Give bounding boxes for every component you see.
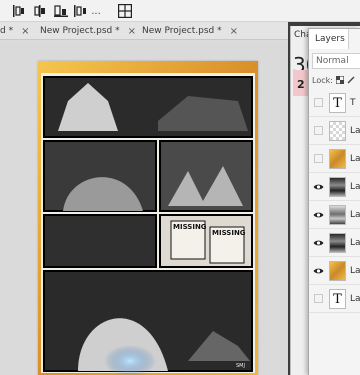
eye-icon[interactable]: [312, 209, 324, 221]
layer-name: La: [350, 293, 360, 304]
tab-document-2[interactable]: New Project.psd * ×: [40, 22, 136, 40]
text-layer-thumbnail: T: [329, 93, 346, 113]
layers-panel: Layers Normal Lock: T T La La La La La L…: [308, 28, 360, 375]
tab-label: New Project.psd *: [142, 26, 222, 36]
layer-name: La: [350, 237, 360, 248]
align-left-icon[interactable]: [12, 3, 28, 19]
tab-label: New Project.psd *: [40, 26, 120, 36]
close-icon[interactable]: ×: [230, 26, 238, 37]
layer-thumbnail: [329, 149, 346, 169]
document-tab-bar: d * × New Project.psd * × New Project.ps…: [0, 22, 288, 40]
layer-thumbnail: [329, 205, 346, 225]
layer-name: La: [350, 181, 360, 192]
close-icon[interactable]: ×: [21, 26, 29, 37]
visibility-toggle-empty[interactable]: [314, 98, 323, 107]
canvas-workspace[interactable]: MISSING MISSING SMJ: [0, 41, 288, 375]
lock-label: Lock:: [312, 75, 333, 85]
layer-name: T: [350, 97, 356, 108]
tab-label: d *: [0, 26, 14, 36]
visibility-toggle-empty[interactable]: [314, 154, 323, 163]
options-toolbar: ...: [0, 0, 360, 22]
text-layer-thumbnail: T: [329, 289, 346, 309]
layer-name: La: [350, 209, 360, 220]
highlight-value: 2: [297, 78, 305, 91]
align-center-icon[interactable]: [32, 3, 48, 19]
layer-name: La: [350, 265, 360, 276]
tab-document-1[interactable]: d * ×: [0, 22, 29, 40]
layer-row-5[interactable]: La: [309, 201, 360, 229]
layer-row-8[interactable]: T La: [309, 285, 360, 313]
align-bottom-icon[interactable]: [53, 3, 69, 19]
eye-icon[interactable]: [312, 265, 324, 277]
layer-thumbnail: [329, 261, 346, 281]
eye-icon[interactable]: [312, 181, 324, 193]
layer-row-1[interactable]: T T: [309, 89, 360, 117]
eye-icon[interactable]: [312, 237, 324, 249]
panel-4: [43, 214, 157, 268]
layer-name: La: [350, 125, 360, 136]
layer-row-3[interactable]: La: [309, 145, 360, 173]
lock-brush-icon[interactable]: [347, 76, 355, 84]
comic-page-artwork[interactable]: MISSING MISSING SMJ: [38, 61, 258, 375]
visibility-toggle-empty[interactable]: [314, 294, 323, 303]
more-options-button[interactable]: ...: [91, 3, 101, 19]
layer-row-7[interactable]: La: [309, 257, 360, 285]
grid-icon[interactable]: [117, 3, 133, 19]
visibility-toggle-empty[interactable]: [314, 126, 323, 135]
layer-thumbnail: [329, 177, 346, 197]
missing-poster-2-text: MISSING: [212, 229, 246, 237]
distribute-icon[interactable]: [73, 3, 89, 19]
layer-row-2[interactable]: La: [309, 117, 360, 145]
missing-poster-1-text: MISSING: [173, 223, 207, 231]
lock-row: Lock:: [312, 73, 355, 87]
artist-signature: SMJ: [236, 363, 245, 369]
layer-thumbnail: [329, 121, 346, 141]
layer-row-6[interactable]: La: [309, 229, 360, 257]
layer-row-4[interactable]: La: [309, 173, 360, 201]
blend-mode-select[interactable]: Normal: [312, 53, 360, 69]
layer-name: La: [350, 153, 360, 164]
tab-document-3[interactable]: New Project.psd * ×: [142, 22, 238, 40]
close-icon[interactable]: ×: [128, 26, 136, 37]
lock-transparency-icon[interactable]: [335, 76, 344, 84]
tab-layers[interactable]: Layers: [309, 29, 349, 49]
layer-thumbnail: [329, 233, 346, 253]
